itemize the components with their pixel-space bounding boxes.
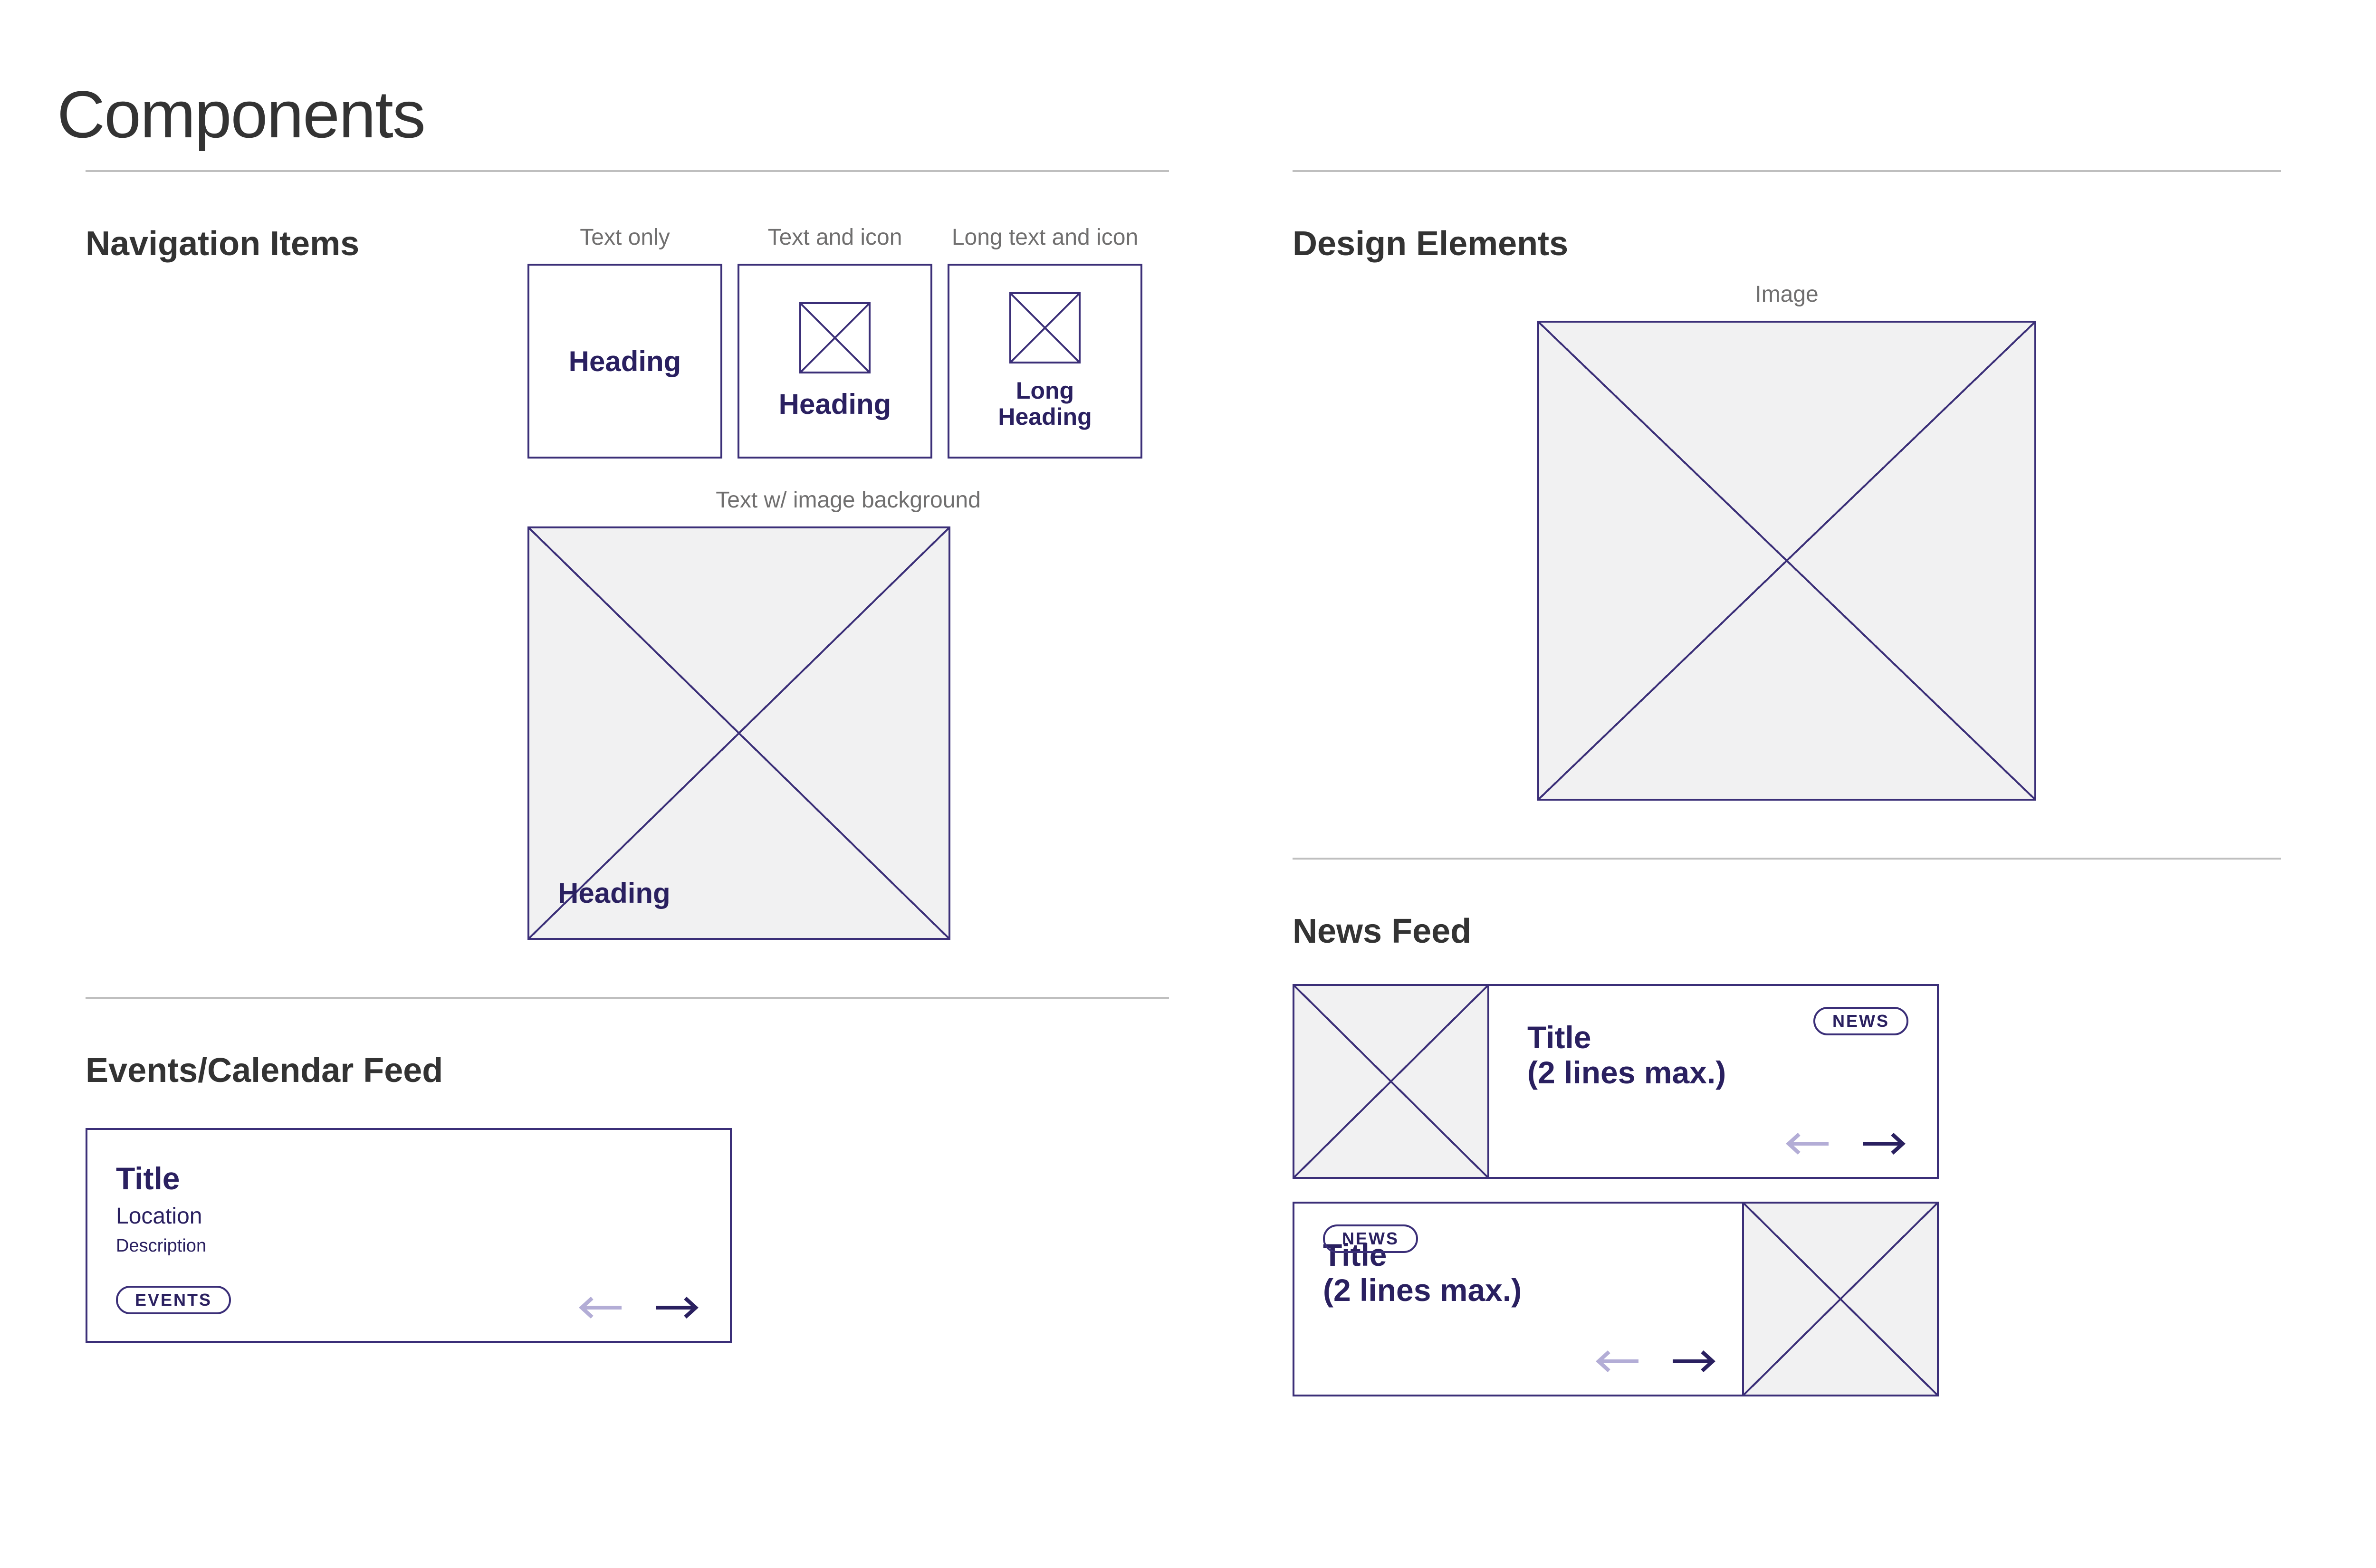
- events-card-title: Title: [116, 1160, 701, 1196]
- arrow-right-icon[interactable]: [654, 1295, 701, 1320]
- arrow-left-icon[interactable]: [1783, 1131, 1830, 1156]
- page-title: Components: [57, 76, 2366, 153]
- nav-variant-label-text-icon: Text and icon: [768, 224, 902, 250]
- section-title-design-elements: Design Elements: [1293, 224, 2281, 263]
- nav-variant-label-text-only: Text only: [580, 224, 670, 250]
- section-title-navigation: Navigation Items: [86, 224, 475, 263]
- nav-tile-heading: Heading: [569, 345, 681, 378]
- image-placeholder: [1537, 321, 2036, 801]
- section-divider: [1293, 170, 2281, 172]
- section-title-news: News Feed: [1293, 912, 2281, 951]
- nav-tile-image-bg[interactable]: Heading: [527, 526, 950, 940]
- nav-tile-long-text-icon[interactable]: Long Heading: [948, 264, 1142, 459]
- image-placeholder-icon: [1009, 292, 1081, 363]
- arrow-left-icon[interactable]: [576, 1295, 623, 1320]
- nav-tile-text-icon[interactable]: Heading: [738, 264, 932, 459]
- section-title-events: Events/Calendar Feed: [86, 1051, 1169, 1090]
- arrow-right-icon[interactable]: [1671, 1349, 1718, 1374]
- section-divider: [1293, 858, 2281, 860]
- image-placeholder-icon: [799, 302, 871, 373]
- nav-variant-label-image-bg: Text w/ image background: [716, 487, 981, 513]
- arrow-left-icon[interactable]: [1593, 1349, 1640, 1374]
- news-card[interactable]: Title (2 lines max.) NEWS: [1293, 984, 1939, 1179]
- events-card-location: Location: [116, 1203, 701, 1229]
- nav-tile-heading: Long Heading: [998, 378, 1092, 430]
- arrow-right-icon[interactable]: [1861, 1131, 1908, 1156]
- news-card[interactable]: Title (2 lines max.) NEWS: [1293, 1202, 1939, 1396]
- design-element-image-label: Image: [1755, 281, 1818, 307]
- category-chip-events: EVENTS: [116, 1286, 231, 1314]
- image-placeholder: [1742, 1204, 1937, 1395]
- category-chip-news: NEWS: [1813, 1007, 1908, 1035]
- nav-tile-heading: Heading: [779, 388, 891, 421]
- events-card-description: Description: [116, 1236, 701, 1256]
- nav-tile-text-only[interactable]: Heading: [527, 264, 722, 459]
- nav-tile-heading: Heading: [558, 877, 671, 909]
- nav-variant-label-long-text-icon: Long text and icon: [952, 224, 1138, 250]
- section-divider: [86, 170, 1169, 172]
- section-divider: [86, 997, 1169, 999]
- image-placeholder: [1294, 986, 1489, 1177]
- category-chip-news: NEWS: [1323, 1224, 1418, 1253]
- events-card[interactable]: Title Location Description EVENTS: [86, 1128, 732, 1343]
